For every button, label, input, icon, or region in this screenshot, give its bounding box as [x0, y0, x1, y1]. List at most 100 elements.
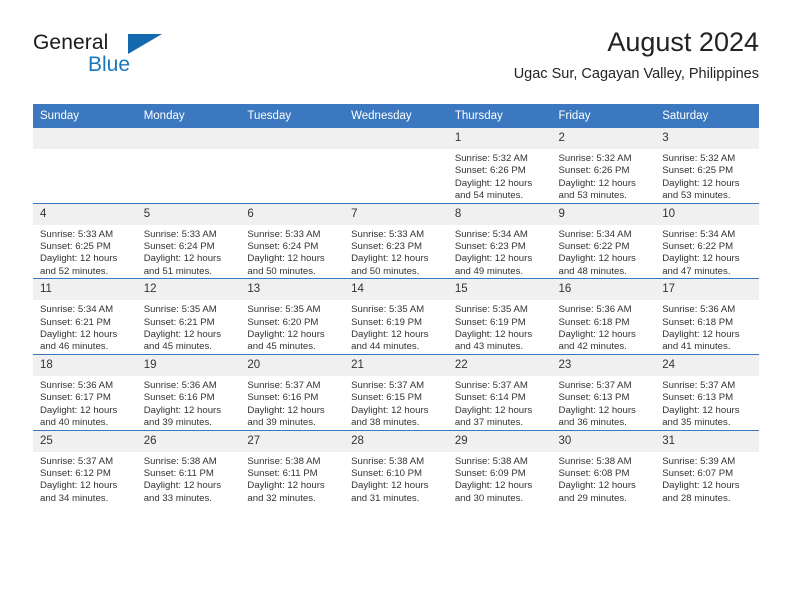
calendar-day-cell[interactable]: 1 Sunrise: 5:32 AM Sunset: 6:26 PM Daylight…	[447, 128, 552, 204]
calendar-day-cell[interactable]: 31 Sunrise: 5:39 AM Sunset: 6:07 PM Dayligh…	[655, 429, 759, 506]
sunrise-text: Sunrise: 5:32 AM	[662, 153, 736, 164]
daylight-text-line2: and 52 minutes.	[40, 265, 109, 277]
day-number: 11	[33, 279, 137, 301]
daylight-text-line2: and 41 minutes.	[662, 341, 731, 353]
calendar-day-cell[interactable]: 27 Sunrise: 5:38 AM Sunset: 6:11 PM Dayligh…	[240, 429, 345, 506]
page-header: General Blue August 2024 Ugac Sur, Cagay…	[33, 26, 759, 98]
calendar-day-cell[interactable]: 13 Sunrise: 5:35 AM Sunset: 6:20 PM Dayligh…	[240, 278, 345, 355]
daylight-text-line1: Daylight: 12 hours	[454, 253, 533, 265]
calendar-day-cell[interactable]: 11 Sunrise: 5:34 AM Sunset: 6:21 PM Dayligh…	[33, 278, 137, 355]
calendar-day-cell[interactable]: 24 Sunrise: 5:37 AM Sunset: 6:13 PM Dayligh…	[655, 353, 759, 430]
sunset-text: Sunset: 6:24 PM	[143, 241, 215, 253]
calendar-day-cell[interactable]: 30 Sunrise: 5:38 AM Sunset: 6:08 PM Dayligh…	[551, 429, 656, 506]
calendar-day-cell[interactable]: 8 Sunrise: 5:34 AM Sunset: 6:23 PM Daylight…	[447, 202, 552, 279]
calendar-day-cell[interactable]: 21 Sunrise: 5:37 AM Sunset: 6:15 PM Dayligh…	[344, 353, 448, 430]
calendar-week-row: 4 Sunrise: 5:33 AM Sunset: 6:25 PM Daylight…	[33, 202, 759, 279]
day-number: 3	[655, 128, 759, 149]
day-details: Sunrise: 5:36 AM Sunset: 6:18 PM Daylight:…	[655, 300, 759, 354]
sunrise-text: Sunrise: 5:36 AM	[143, 379, 217, 391]
sunrise-text: Sunrise: 5:37 AM	[662, 379, 736, 391]
daylight-text-line2: and 53 minutes.	[558, 190, 627, 202]
day-number: 23	[551, 354, 656, 376]
day-number: 30	[551, 430, 656, 452]
calendar-day-cell[interactable]: 6 Sunrise: 5:33 AM Sunset: 6:24 PM Daylight…	[240, 202, 345, 279]
daylight-text-line1: Daylight: 12 hours	[40, 329, 118, 341]
daylight-text-line2: and 47 minutes.	[662, 265, 731, 277]
calendar-day-cell[interactable]: 29 Sunrise: 5:38 AM Sunset: 6:09 PM Dayligh…	[447, 429, 552, 506]
sunrise-text: Sunrise: 5:36 AM	[662, 304, 736, 316]
daylight-text-line2: and 33 minutes.	[143, 492, 212, 504]
day-number: 16	[551, 279, 656, 301]
day-number: 12	[136, 279, 241, 301]
title-block: August 2024 Ugac Sur, Cagayan Valley, Ph…	[514, 26, 759, 84]
day-number: 20	[240, 354, 345, 376]
daylight-text-line2: and 45 minutes.	[143, 341, 212, 353]
sunset-text: Sunset: 6:13 PM	[662, 392, 734, 404]
day-number: 28	[344, 430, 448, 452]
calendar-day-cell[interactable]: 3 Sunrise: 5:32 AM Sunset: 6:25 PM Daylight…	[655, 128, 759, 204]
calendar-day-cell[interactable]: 12 Sunrise: 5:35 AM Sunset: 6:21 PM Dayligh…	[136, 278, 241, 355]
day-details: Sunrise: 5:33 AM Sunset: 6:24 PM Daylight:…	[137, 225, 241, 279]
calendar-day-cell[interactable]: 16 Sunrise: 5:36 AM Sunset: 6:18 PM Dayligh…	[551, 278, 656, 355]
daylight-text-line1: Daylight: 12 hours	[351, 253, 429, 265]
calendar-day-cell[interactable]: 5 Sunrise: 5:33 AM Sunset: 6:24 PM Daylight…	[136, 202, 241, 279]
calendar-day-cell[interactable]: 23 Sunrise: 5:37 AM Sunset: 6:13 PM Dayligh…	[551, 353, 656, 430]
page-title: August 2024	[607, 27, 759, 57]
calendar-day-cell[interactable]: 22 Sunrise: 5:37 AM Sunset: 6:14 PM Dayligh…	[447, 353, 552, 430]
day-details: Sunrise: 5:32 AM Sunset: 6:26 PM Daylight:…	[448, 149, 552, 203]
calendar-day-cell[interactable]: 2 Sunrise: 5:32 AM Sunset: 6:26 PM Daylight…	[551, 128, 656, 204]
sunrise-text: Sunrise: 5:33 AM	[40, 228, 114, 240]
sunrise-text: Sunrise: 5:35 AM	[143, 304, 217, 316]
daylight-text-line1: Daylight: 12 hours	[662, 177, 740, 189]
calendar-week-row: 18 Sunrise: 5:36 AM Sunset: 6:17 PM Dayligh…	[33, 353, 759, 430]
daylight-text-line1: Daylight: 12 hours	[143, 480, 222, 492]
calendar-day-cell[interactable]: 7 Sunrise: 5:33 AM Sunset: 6:23 PM Daylight…	[344, 202, 448, 279]
sunrise-text: Sunrise: 5:34 AM	[454, 228, 528, 240]
sunset-text: Sunset: 6:07 PM	[662, 467, 734, 479]
day-details: Sunrise: 5:38 AM Sunset: 6:09 PM Daylight:…	[448, 452, 552, 506]
sunset-text: Sunset: 6:18 PM	[662, 316, 734, 328]
sunset-text: Sunset: 6:16 PM	[247, 392, 319, 404]
sunrise-text: Sunrise: 5:38 AM	[558, 455, 632, 467]
daylight-text-line2: and 36 minutes.	[558, 417, 627, 429]
sunset-text: Sunset: 6:10 PM	[351, 467, 423, 479]
sunset-text: Sunset: 6:22 PM	[558, 241, 630, 253]
daylight-text-line2: and 30 minutes.	[454, 492, 524, 504]
day-number: 5	[136, 203, 241, 225]
calendar-day-cell[interactable]: 25 Sunrise: 5:37 AM Sunset: 6:12 PM Dayligh…	[33, 429, 137, 506]
calendar-day-cell[interactable]: 10 Sunrise: 5:34 AM Sunset: 6:22 PM Dayligh…	[655, 202, 759, 279]
calendar-day-cell[interactable]: 17 Sunrise: 5:36 AM Sunset: 6:18 PM Dayligh…	[655, 278, 759, 355]
calendar-day-cell[interactable]: 14 Sunrise: 5:35 AM Sunset: 6:19 PM Dayligh…	[344, 278, 448, 355]
calendar-day-cell[interactable]: 19 Sunrise: 5:36 AM Sunset: 6:16 PM Dayligh…	[136, 353, 241, 430]
daylight-text-line1: Daylight: 12 hours	[247, 253, 325, 265]
calendar-day-cell[interactable]: 18 Sunrise: 5:36 AM Sunset: 6:17 PM Dayligh…	[33, 353, 137, 430]
calendar-body: 1 Sunrise: 5:32 AM Sunset: 6:26 PM Daylight…	[33, 128, 759, 506]
sunrise-text: Sunrise: 5:32 AM	[558, 153, 632, 164]
brand-name-general: General	[33, 31, 109, 54]
daylight-text-line2: and 39 minutes.	[247, 417, 316, 429]
calendar-day-cell-empty	[136, 128, 241, 204]
sunrise-text: Sunrise: 5:37 AM	[247, 379, 321, 391]
calendar-day-cell[interactable]: 26 Sunrise: 5:38 AM Sunset: 6:11 PM Dayligh…	[136, 429, 241, 506]
daylight-text-line1: Daylight: 12 hours	[351, 404, 429, 416]
daylight-text-line1: Daylight: 12 hours	[247, 329, 325, 341]
daylight-text-line2: and 45 minutes.	[247, 341, 316, 353]
calendar-day-cell[interactable]: 4 Sunrise: 5:33 AM Sunset: 6:25 PM Daylight…	[33, 202, 137, 279]
day-number: 9	[551, 203, 656, 225]
calendar-day-cell[interactable]: 20 Sunrise: 5:37 AM Sunset: 6:16 PM Dayligh…	[240, 353, 345, 430]
daylight-text-line1: Daylight: 12 hours	[558, 329, 636, 341]
calendar-day-cell[interactable]: 15 Sunrise: 5:35 AM Sunset: 6:19 PM Dayligh…	[447, 278, 552, 355]
day-number: 19	[136, 354, 241, 376]
daylight-text-line2: and 46 minutes.	[40, 341, 109, 353]
sunset-text: Sunset: 6:14 PM	[454, 392, 526, 404]
sunrise-text: Sunrise: 5:37 AM	[558, 379, 632, 391]
daylight-text-line1: Daylight: 12 hours	[40, 253, 118, 265]
daylight-text-line2: and 53 minutes.	[662, 190, 731, 202]
day-details: Sunrise: 5:35 AM Sunset: 6:21 PM Daylight:…	[137, 300, 241, 354]
calendar-day-cell[interactable]: 9 Sunrise: 5:34 AM Sunset: 6:22 PM Daylight…	[551, 202, 656, 279]
day-details: Sunrise: 5:34 AM Sunset: 6:23 PM Daylight:…	[448, 225, 552, 279]
day-details: Sunrise: 5:36 AM Sunset: 6:16 PM Daylight:…	[137, 376, 241, 430]
brand-logo[interactable]: General Blue	[33, 31, 263, 91]
calendar-day-cell[interactable]: 28 Sunrise: 5:38 AM Sunset: 6:10 PM Dayligh…	[344, 429, 448, 506]
sunset-text: Sunset: 6:15 PM	[351, 392, 423, 404]
